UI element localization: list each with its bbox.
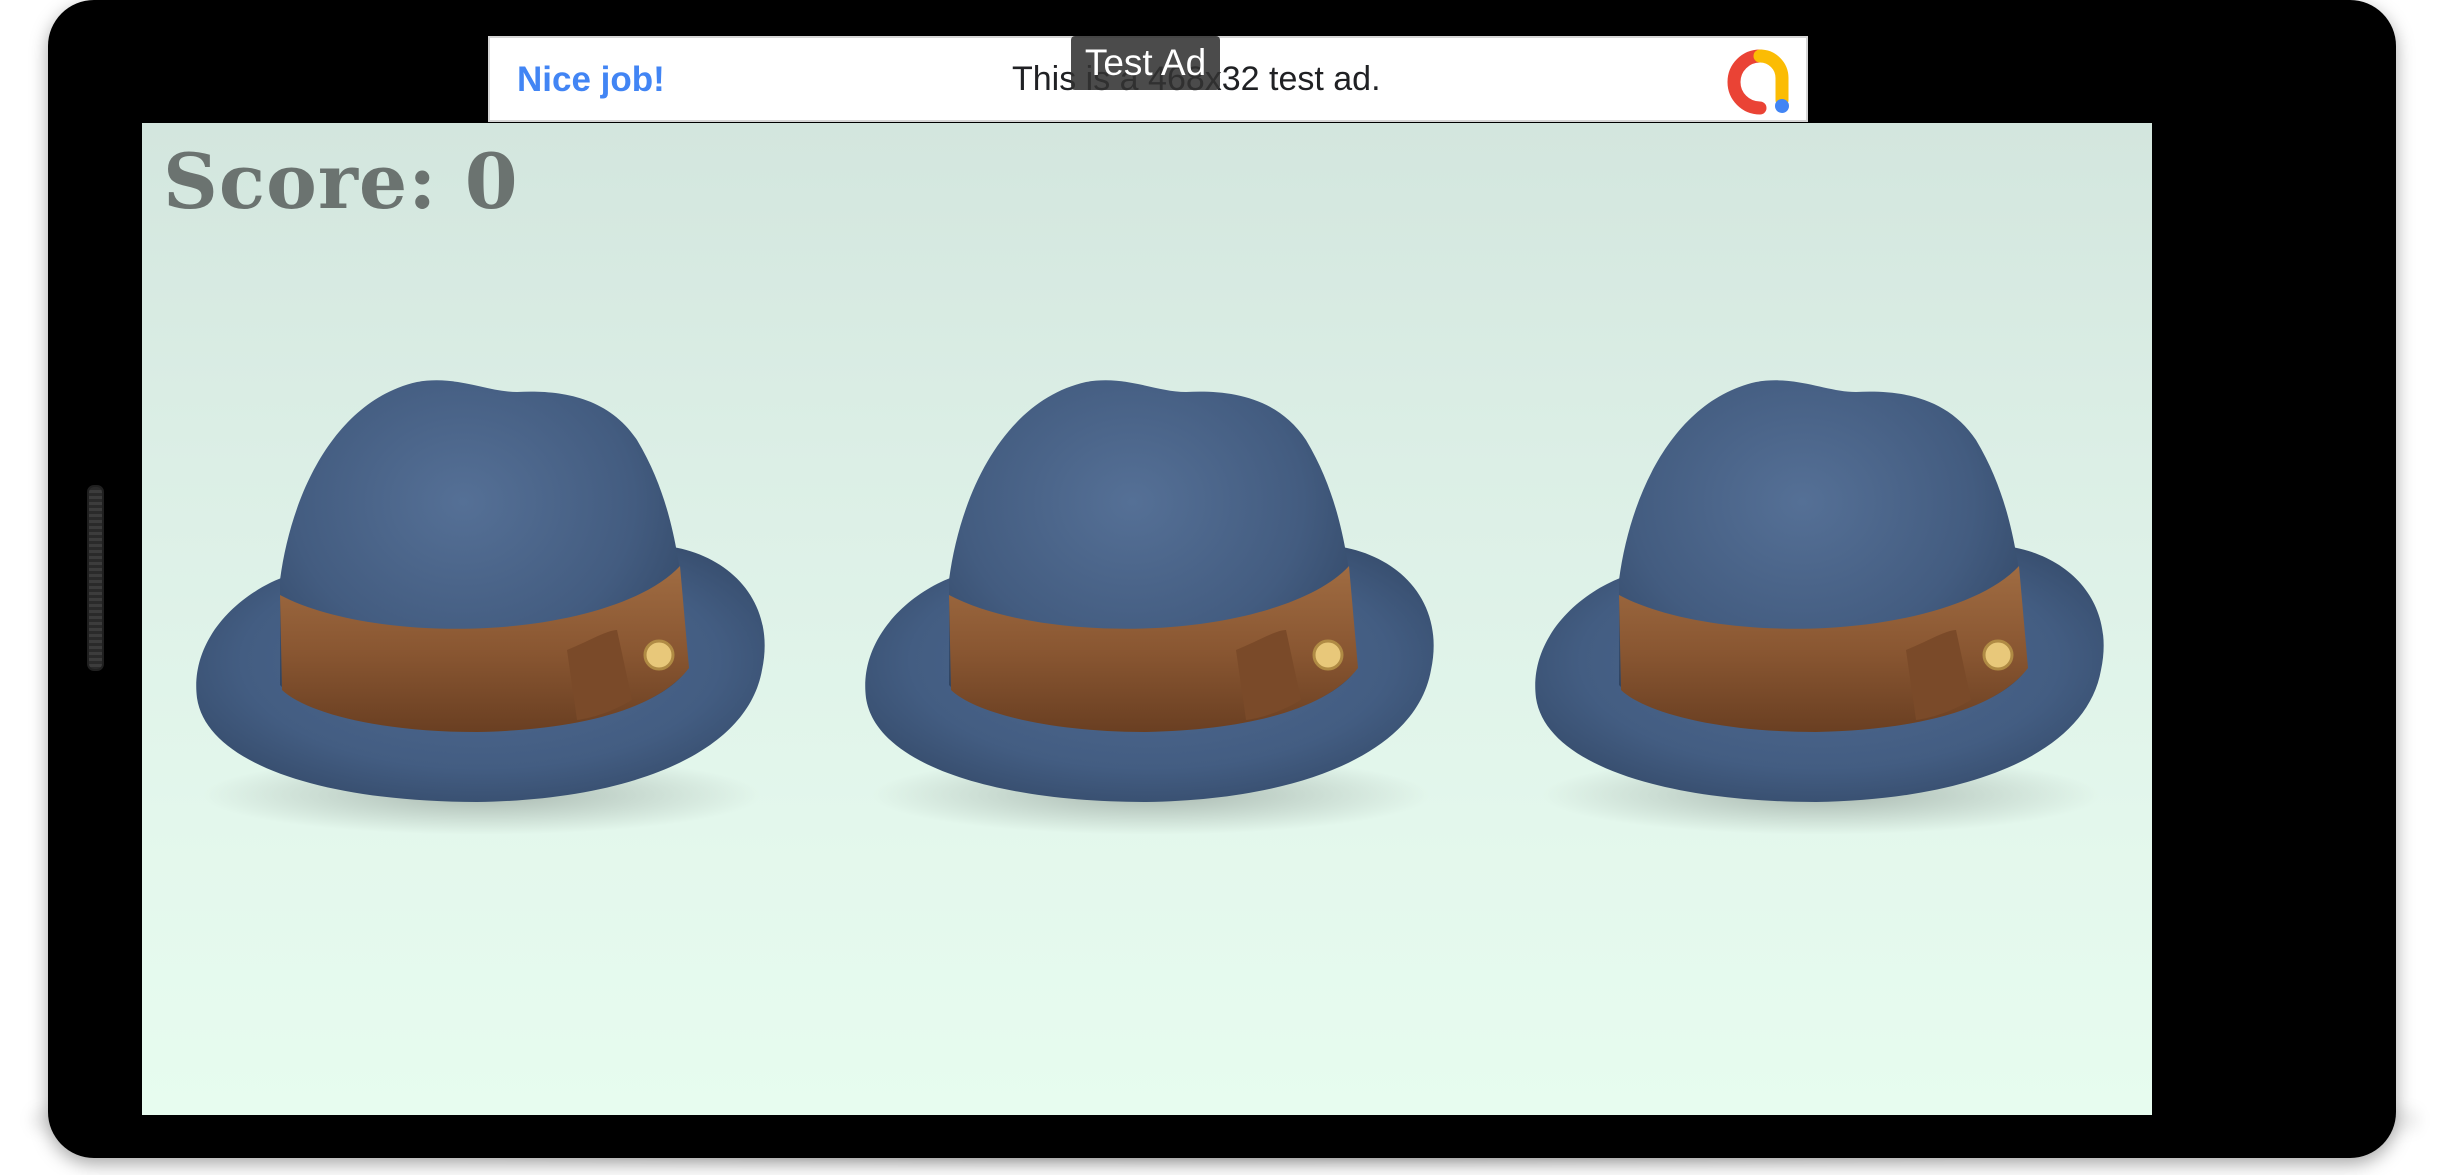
device-side-button (87, 485, 104, 671)
ad-headline[interactable]: Nice job! (517, 60, 665, 100)
fedora-hat-icon (196, 380, 765, 835)
fedora-hat-icon (865, 380, 1434, 835)
score-display: Score: 0 (163, 137, 519, 226)
device-screenshot: Nice job! This is a 468x32 test ad. Test… (0, 0, 2443, 1175)
game-area[interactable]: Score: 0 (142, 123, 2152, 1115)
hat-2[interactable] (856, 370, 1443, 835)
fedora-hat-icon (1535, 380, 2104, 835)
hat-3[interactable] (1526, 370, 2113, 835)
test-ad-label: Test Ad (1071, 36, 1220, 90)
admob-logo-icon[interactable] (1726, 48, 1794, 116)
hat-1[interactable] (187, 370, 774, 835)
